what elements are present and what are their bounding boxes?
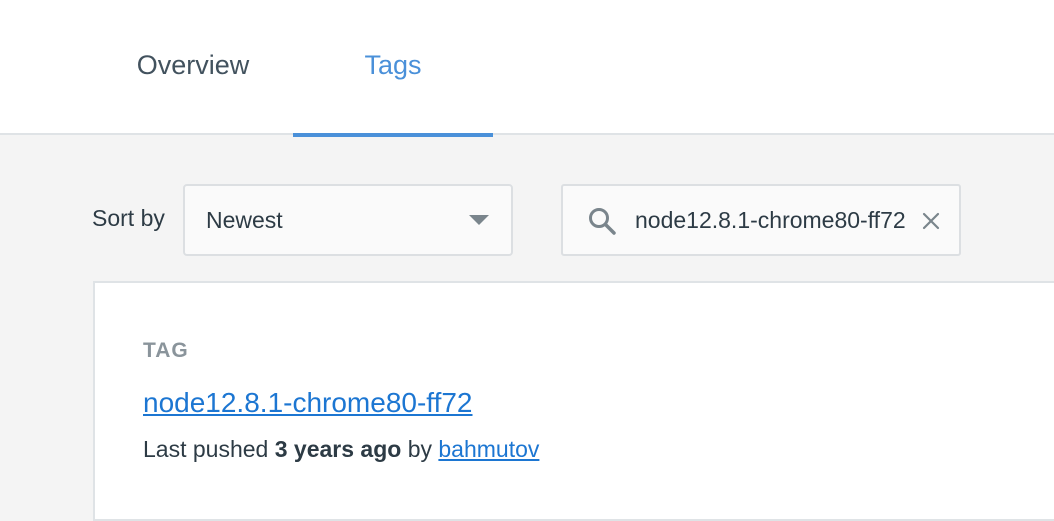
tag-section-label: TAG [143,339,189,362]
tag-search[interactable] [561,184,961,256]
top-navigation: Overview Tags [0,0,1054,137]
pushed-by-user-link[interactable]: bahmutov [438,436,539,462]
sort-selected-value: Newest [206,206,283,233]
tag-card: TAG node12.8.1-chrome80-ff72 Last pushed… [93,281,1054,521]
search-input[interactable] [635,202,907,238]
pushed-by-text: by [401,436,439,462]
search-icon [589,208,616,235]
chevron-down-icon [469,215,489,225]
tab-overview[interactable]: Overview [93,0,293,135]
last-pushed-info: Last pushed 3 years ago by bahmutov [143,436,539,463]
tag-name-link[interactable]: node12.8.1-chrome80-ff72 [143,387,473,419]
pushed-time: 3 years ago [274,436,402,462]
sort-by-label: Sort by [92,205,165,231]
active-tab-indicator [293,133,493,137]
tab-tags-label: Tags [364,50,422,80]
sort-select[interactable]: Newest [183,184,513,256]
pushed-prefix: Last pushed [143,436,275,462]
close-icon[interactable] [921,211,941,231]
tab-overview-label: Overview [136,50,250,80]
tab-tags[interactable]: Tags [293,0,493,137]
